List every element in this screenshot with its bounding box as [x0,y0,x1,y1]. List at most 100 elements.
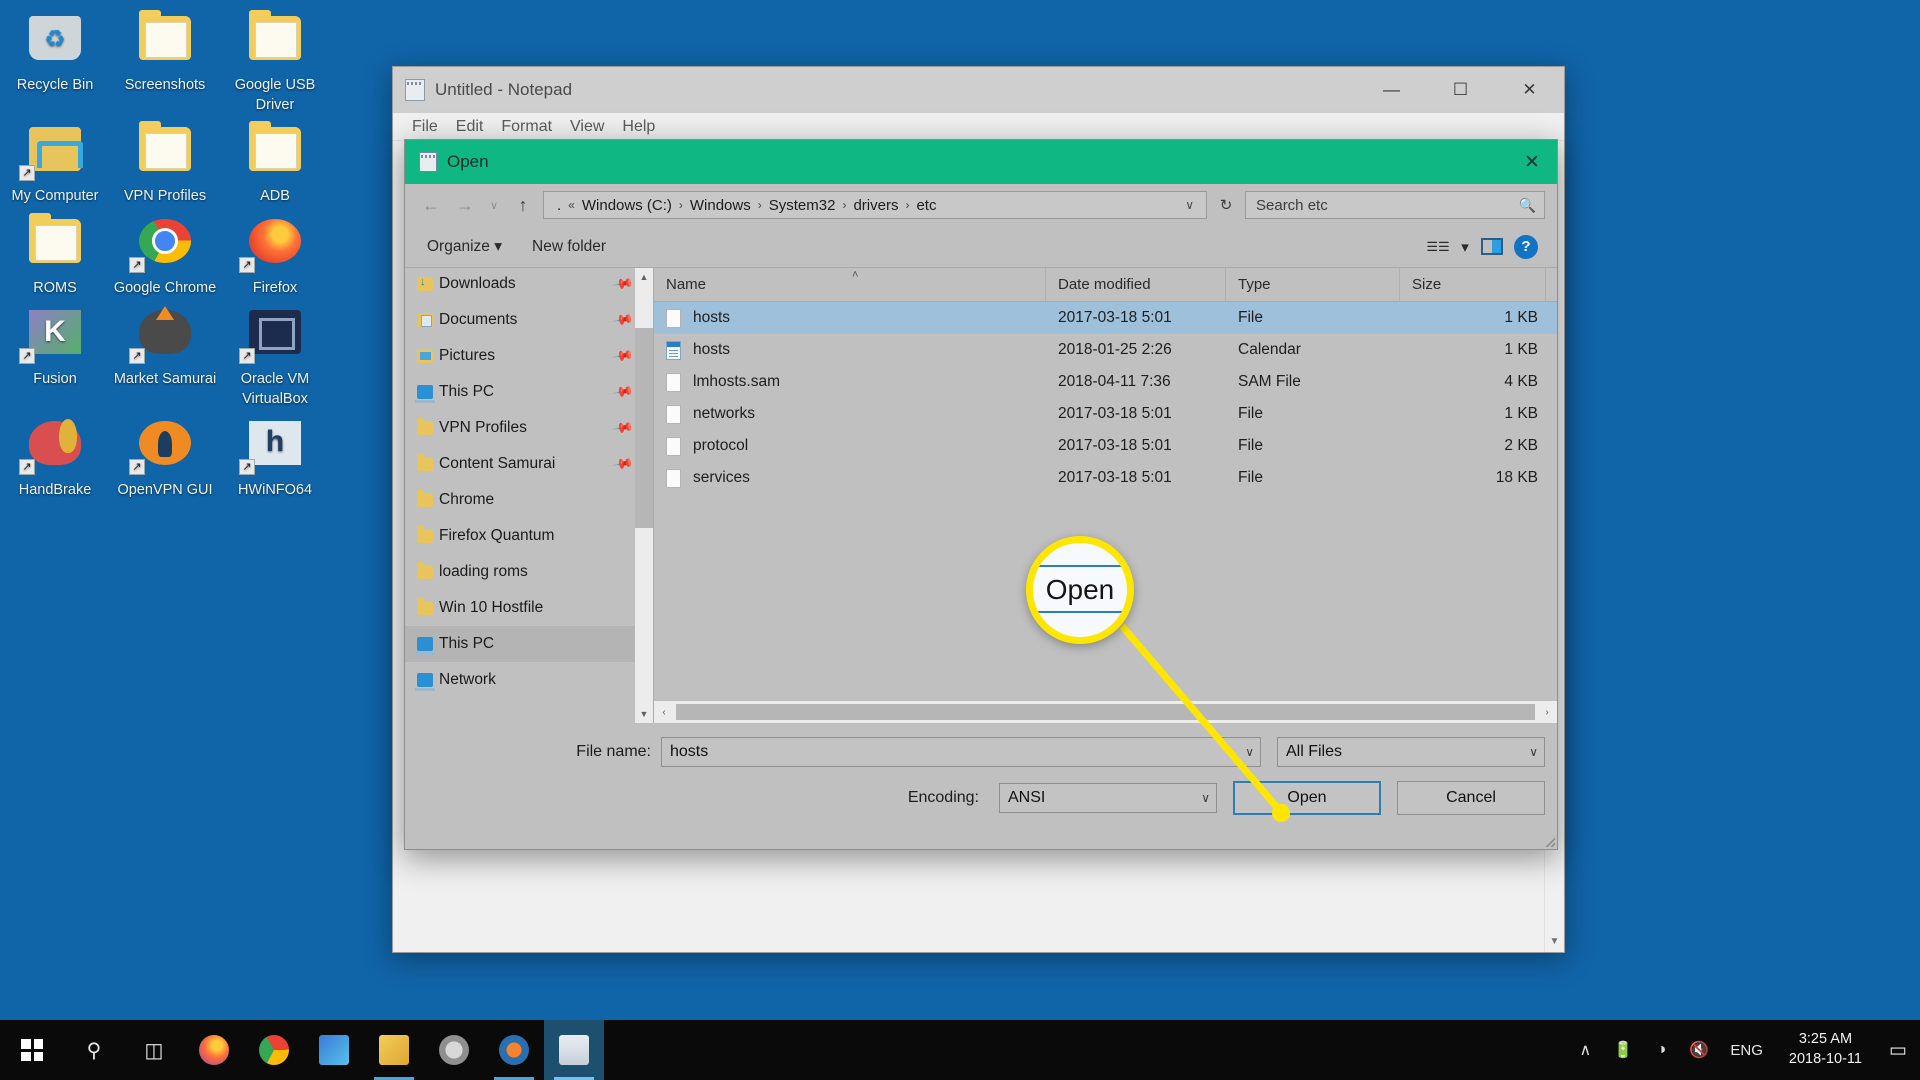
search-icon[interactable]: 🔍 [1519,197,1536,214]
navigation-pane[interactable]: Downloads📌Documents📌Pictures📌This PC📌VPN… [405,268,653,723]
nav-item-content-samurai[interactable]: Content Samurai 📌 [405,446,653,482]
desktop-icon-openvpn-gui[interactable]: ↗ OpenVPN GUI [110,413,220,505]
chevron-down-icon[interactable]: ∨ [1239,745,1254,759]
column-header-date-modified[interactable]: Date modified [1046,268,1226,301]
table-row[interactable]: hosts 2018-01-25 2:26 Calendar 1 KB [654,334,1557,366]
file-list-pane[interactable]: Name Date modified Type Size ˄ hosts 2017… [653,268,1557,723]
dialog-close-button[interactable]: ✕ [1507,140,1557,184]
search-input[interactable]: Search etc 🔍 [1245,191,1545,219]
volume-muted-icon[interactable]: 🔇 [1680,1020,1718,1080]
refresh-icon[interactable]: ↻ [1213,196,1239,214]
menu-file[interactable]: File [403,115,447,139]
clock[interactable]: 3:25 AM 2018-10-11 [1775,1030,1876,1069]
desktop-icon-google-usb-driver[interactable]: Google USB Driver [220,8,330,119]
pin-icon[interactable]: 📌 [610,344,634,368]
menu-view[interactable]: View [561,115,613,139]
scroll-right-icon[interactable]: › [1537,707,1557,718]
close-button[interactable]: ✕ [1495,67,1564,113]
chevron-down-icon[interactable]: ∨ [1523,745,1538,759]
desktop-icon-market-samurai[interactable]: ↗ Market Samurai [110,302,220,413]
view-mode-icon[interactable]: ☰☰ [1421,233,1455,261]
nav-item-documents[interactable]: Documents 📌 [405,302,653,338]
nav-item-downloads[interactable]: Downloads 📌 [405,268,653,302]
translator-taskbar-icon[interactable] [304,1020,364,1080]
wifi-icon[interactable]: ◑ [1642,1020,1680,1080]
chevron-down-icon[interactable]: ∨ [1179,198,1200,212]
chevron-down-icon[interactable]: ▾ [1455,233,1475,261]
back-button[interactable]: ← [417,191,445,219]
column-header-size[interactable]: Size [1400,268,1546,301]
maximize-button[interactable]: ☐ [1426,67,1495,113]
address-bar[interactable]: . « Windows (C:) › Windows › System32 › … [543,191,1207,219]
recent-locations-button[interactable]: ∨ [485,191,503,219]
resize-grip[interactable] [1543,835,1555,847]
nav-item-vpn-profiles[interactable]: VPN Profiles 📌 [405,410,653,446]
breadcrumb-item-windows[interactable]: Windows [687,196,754,215]
action-center-icon[interactable]: ▭ [1876,1020,1920,1080]
nav-item-network[interactable]: Network [405,662,653,698]
menu-help[interactable]: Help [613,115,664,139]
pin-icon[interactable]: 📌 [610,416,634,440]
dialog-titlebar[interactable]: Open ✕ [405,140,1557,184]
pin-icon[interactable]: 📌 [610,272,634,296]
notepad-titlebar[interactable]: Untitled - Notepad — ☐ ✕ [393,67,1564,113]
desktop-icon-screenshots[interactable]: Screenshots [110,8,220,119]
scroll-up-icon[interactable]: ▲ [635,268,653,286]
desktop-icon-my-computer[interactable]: ↗ My Computer [0,119,110,211]
table-row[interactable]: networks 2017-03-18 5:01 File 1 KB [654,398,1557,430]
open-file-dialog[interactable]: Open ✕ ← → ∨ ↑ . « Windows (C:) › Window… [404,139,1558,850]
nav-item-chrome[interactable]: Chrome [405,482,653,518]
help-icon[interactable]: ? [1509,233,1543,261]
taskbar[interactable]: ⚲ ◫ ∧ 🔋 ◑ 🔇 ENG 3:25 AM 2018-10-11 ▭ [0,1020,1920,1080]
task-view-icon[interactable]: ◫ [124,1020,184,1080]
nav-item-this-pc[interactable]: This PC [405,626,653,662]
desktop-icon-roms[interactable]: ROMS [0,211,110,303]
nav-item-this-pc[interactable]: This PC 📌 [405,374,653,410]
desktop-icon-oracle-vm-virtualbox[interactable]: ↗ Oracle VM VirtualBox [220,302,330,413]
chevron-up-icon[interactable]: ∧ [1566,1020,1604,1080]
desktop-icon-vpn-profiles[interactable]: VPN Profiles [110,119,220,211]
table-row[interactable]: hosts 2017-03-18 5:01 File 1 KB [654,302,1557,334]
desktop-icon-google-chrome[interactable]: ↗ Google Chrome [110,211,220,303]
scrollbar-thumb[interactable] [635,328,653,528]
open-button[interactable]: Open [1233,781,1381,815]
desktop-icon-recycle-bin[interactable]: Recycle Bin [0,8,110,119]
breadcrumb-item-windows-c[interactable]: Windows (C:) [579,196,675,215]
chrome-taskbar-icon[interactable] [244,1020,304,1080]
file-type-dropdown[interactable]: All Files ∨ [1277,737,1545,767]
up-button[interactable]: ↑ [509,191,537,219]
pin-icon[interactable]: 📌 [610,380,634,404]
filename-input[interactable]: hosts ∨ [661,737,1261,767]
firefox-taskbar-icon[interactable] [184,1020,244,1080]
column-header-name[interactable]: Name [654,268,1046,301]
table-row[interactable]: services 2017-03-18 5:01 File 18 KB [654,462,1557,494]
desktop-icon-adb[interactable]: ADB [220,119,330,211]
desktop-icon-hwinfo64[interactable]: ↗ HWiNFO64 [220,413,330,505]
desktop-icon-handbrake[interactable]: ↗ HandBrake [0,413,110,505]
chevron-down-icon[interactable]: ∨ [1195,791,1210,805]
file-list-horizontal-scrollbar[interactable]: ‹ › [654,701,1557,723]
table-row[interactable]: protocol 2017-03-18 5:01 File 2 KB [654,430,1557,462]
menu-format[interactable]: Format [492,115,561,139]
nav-item-loading-roms[interactable]: loading roms [405,554,653,590]
preview-pane-icon[interactable] [1475,233,1509,261]
organize-button[interactable]: Organize ▾ [419,233,510,260]
breadcrumb-item-etc[interactable]: etc [913,196,939,215]
column-header-type[interactable]: Type [1226,268,1400,301]
desktop-icon-fusion[interactable]: ↗ Fusion [0,302,110,413]
pin-icon[interactable]: 📌 [610,308,634,332]
breadcrumb-prefix[interactable]: . [554,196,564,215]
language-indicator[interactable]: ENG [1718,1042,1775,1059]
file-explorer-taskbar-icon[interactable] [364,1020,424,1080]
media-player-taskbar-icon[interactable] [484,1020,544,1080]
scroll-down-icon[interactable]: ▼ [1545,932,1564,952]
battery-icon[interactable]: 🔋 [1604,1020,1642,1080]
new-folder-button[interactable]: New folder [524,234,614,260]
nav-item-win-10-hostfile[interactable]: Win 10 Hostfile [405,590,653,626]
breadcrumb-item-drivers[interactable]: drivers [850,196,901,215]
breadcrumb-item-system32[interactable]: System32 [766,196,839,215]
desktop[interactable]: Recycle Bin Screenshots Google USB Driver ↗… [0,0,1920,1080]
forward-button[interactable]: → [451,191,479,219]
scroll-down-icon[interactable]: ▼ [635,705,653,723]
search-icon[interactable]: ⚲ [64,1020,124,1080]
